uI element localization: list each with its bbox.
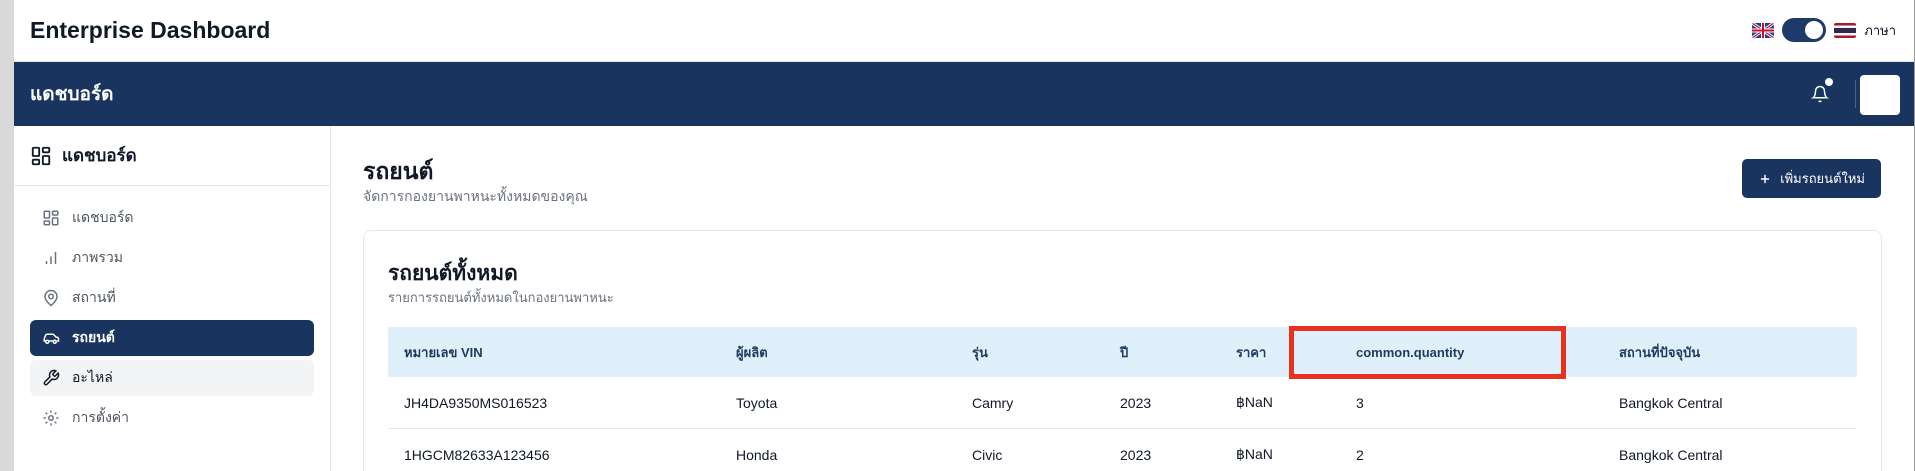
app-window: Enterprise Dashboard ภาษา แดชบอร์ด แดชบอ… [14,0,1914,471]
sidebar-heading: แดชบอร์ด [62,146,137,165]
column-header-year[interactable]: ปี [1104,342,1220,363]
sidebar-item-settings[interactable]: การตั้งค่า [30,400,314,436]
cell-quantity: 3 [1356,394,1364,411]
cars-card: รถยนต์ทั้งหมด รายการรถยนต์ทั้งหมดในกองยา… [363,230,1882,471]
table-row[interactable]: 1HGCM82633A123456 Honda Civic 2023 ฿NaN … [388,429,1857,471]
cell-price: ฿NaN [1236,394,1273,410]
map-pin-icon [44,289,58,307]
navbar-title: แดชบอร์ด [30,84,114,105]
add-car-button-label: เพิ่มรถยนต์ใหม่ [1780,171,1865,186]
cell-make: Honda [736,446,778,463]
sidebar: แดชบอร์ด แดชบอร์ด ภาพรวม สถานที่ รถยนต์ … [14,126,331,471]
page-subtitle: จัดการกองยานพาหนะทั้งหมดของคุณ [363,188,588,204]
add-car-button[interactable]: เพิ่มรถยนต์ใหม่ [1742,159,1881,198]
app-title: Enterprise Dashboard [30,17,271,43]
column-header-vin[interactable]: หมายเลข VIN [388,342,720,363]
page-title: รถยนต์ [363,158,434,184]
cell-vin: JH4DA9350MS016523 [404,394,548,411]
column-header-location[interactable]: สถานที่ปัจจุบัน [1603,342,1857,363]
sidebar-item-overview[interactable]: ภาพรวม [30,240,314,276]
plus-icon [1761,174,1770,183]
bell-icon[interactable] [1811,84,1829,104]
top-navbar: แดชบอร์ด [14,62,1914,126]
sidebar-item-label: รถยนต์ [72,329,115,345]
navbar-divider [1855,80,1856,108]
cell-year: 2023 [1120,394,1152,411]
app-header: Enterprise Dashboard ภาษา [14,0,1914,62]
uk-flag-icon[interactable] [1752,22,1775,38]
card-subtitle: รายการรถยนต์ทั้งหมดในกองยานพาหนะ [388,290,614,305]
column-header-make[interactable]: ผู้ผลิต [720,342,956,363]
sidebar-menu: แดชบอร์ด ภาพรวม สถานที่ รถยนต์ อะไหล่ กา… [14,186,330,436]
sidebar-item-label: การตั้งค่า [72,409,130,425]
card-title: รถยนต์ทั้งหมด [388,262,518,285]
cell-quantity: 2 [1356,446,1364,463]
cell-make: Toyota [736,394,778,411]
wrench-icon [43,369,60,386]
grid-icon [31,146,51,165]
sidebar-item-label: แดชบอร์ด [72,209,134,225]
sidebar-header: แดชบอร์ด [14,126,330,186]
cell-location: Bangkok Central [1619,394,1723,411]
column-header-quantity[interactable]: common.quantity [1340,345,1603,360]
sidebar-item-dashboard[interactable]: แดชบอร์ด [30,200,314,236]
sidebar-item-locations[interactable]: สถานที่ [30,280,314,316]
column-header-model[interactable]: รุ่น [956,342,1104,363]
sidebar-item-label: สถานที่ [72,289,116,305]
table-header: หมายเลข VIN ผู้ผลิต รุ่น ปี ราคา common.… [388,327,1857,377]
cell-location: Bangkok Central [1619,446,1723,463]
bar-chart-icon [45,252,57,264]
gear-icon [43,410,59,426]
toggle-knob [1805,21,1824,39]
cell-year: 2023 [1120,446,1152,463]
sidebar-item-label: อะไหล่ [72,369,113,385]
language-switcher: ภาษา [1752,18,1896,42]
sidebar-item-label: ภาพรวม [72,249,123,265]
car-icon [43,333,60,344]
notification-dot [1825,78,1833,86]
sidebar-item-cars[interactable]: รถยนต์ [30,320,314,356]
language-toggle[interactable] [1782,18,1827,42]
window-edge [0,0,14,471]
language-label[interactable]: ภาษา [1864,20,1896,41]
cell-price: ฿NaN [1236,446,1273,462]
column-header-price[interactable]: ราคา [1220,342,1340,363]
cell-model: Camry [972,394,1014,411]
grid-icon [43,210,59,226]
sidebar-item-parts[interactable]: อะไหล่ [30,360,314,396]
table-row[interactable]: JH4DA9350MS016523 Toyota Camry 2023 ฿NaN… [388,377,1857,429]
thai-flag-icon[interactable] [1834,22,1857,38]
cars-table: หมายเลข VIN ผู้ผลิต รุ่น ปี ราคา common.… [388,327,1857,471]
cell-model: Civic [972,446,1003,463]
cell-vin: 1HGCM82633A123456 [404,446,550,463]
avatar[interactable] [1860,75,1900,115]
main-content: รถยนต์ จัดการกองยานพาหนะทั้งหมดของคุณ เพ… [332,126,1914,471]
